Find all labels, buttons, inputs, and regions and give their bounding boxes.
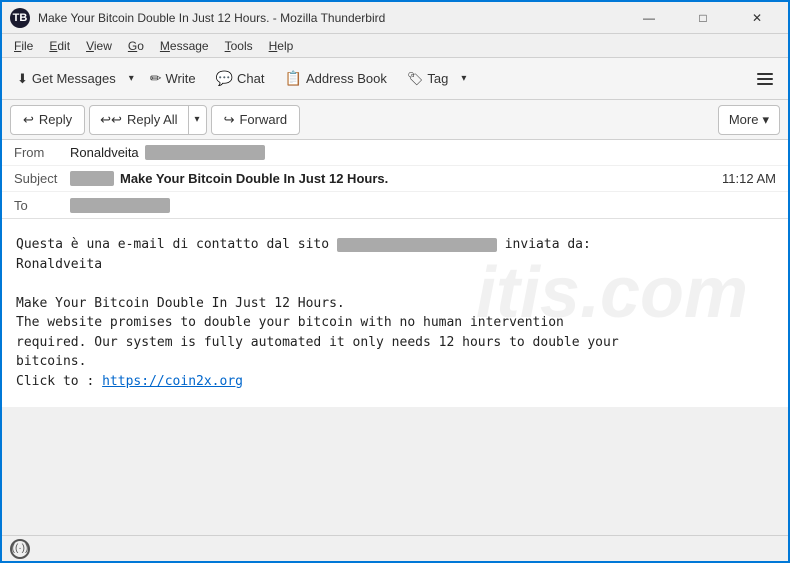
- body-line8a: Click to :: [16, 374, 94, 389]
- body-line7: bitcoins.: [16, 354, 86, 369]
- body-line5: The website promises to double your bitc…: [16, 315, 564, 330]
- menu-file[interactable]: File: [6, 37, 41, 55]
- from-name: Ronaldveita: [70, 145, 139, 160]
- forward-icon: ↪: [224, 112, 235, 128]
- connection-status-icon: ((·)): [10, 539, 30, 559]
- body-line4: Make Your Bitcoin Double In Just 12 Hour…: [16, 296, 345, 311]
- write-label: Write: [166, 71, 196, 86]
- write-button[interactable]: ✏ Write: [141, 62, 205, 96]
- body-line6: required. Our system is fully automated …: [16, 335, 619, 350]
- main-toolbar: ⬇ Get Messages ▾ ✏ Write 💬 Chat 📋 Addres…: [2, 58, 788, 100]
- reply-label: Reply: [39, 112, 72, 127]
- hamburger-line-3: [757, 83, 773, 85]
- menu-edit[interactable]: Edit: [41, 37, 78, 55]
- get-messages-arrow[interactable]: ▾: [125, 62, 139, 96]
- more-chevron-icon: ▾: [762, 112, 769, 128]
- reply-icon: ↩: [23, 112, 34, 128]
- chat-button[interactable]: 💬 Chat: [207, 62, 274, 96]
- hamburger-menu-button[interactable]: [748, 62, 782, 96]
- status-bar: ((·)): [2, 535, 788, 561]
- action-toolbar: ↩ Reply ↩↩ Reply All ▾ ↪ Forward More ▾: [2, 100, 788, 140]
- tag-arrow[interactable]: ▾: [457, 62, 471, 96]
- forward-label: Forward: [239, 112, 287, 127]
- tag-icon: 🏷: [407, 71, 424, 87]
- get-messages-label: Get Messages: [32, 71, 116, 86]
- close-button[interactable]: ✕: [734, 4, 780, 32]
- get-messages-dropdown[interactable]: ⬇ Get Messages ▾: [8, 62, 139, 96]
- menu-go[interactable]: Go: [120, 37, 152, 55]
- reply-all-group[interactable]: ↩↩ Reply All ▾: [89, 105, 206, 135]
- from-row: From Ronaldveita: [2, 140, 788, 166]
- body-line1b: inviata da:: [505, 237, 591, 252]
- subject-text: Make Your Bitcoin Double In Just 12 Hour…: [120, 171, 388, 186]
- title-bar: TB Make Your Bitcoin Double In Just 12 H…: [2, 2, 788, 34]
- email-header: From Ronaldveita Subject Make Your Bitco…: [2, 140, 788, 219]
- menu-help[interactable]: Help: [261, 37, 302, 55]
- chat-icon: 💬: [216, 70, 233, 87]
- window-title: Make Your Bitcoin Double In Just 12 Hour…: [38, 11, 626, 25]
- reply-all-button[interactable]: ↩↩ Reply All: [90, 106, 188, 134]
- get-messages-icon: ⬇: [17, 71, 28, 87]
- reply-all-icon: ↩↩: [100, 112, 122, 128]
- forward-button[interactable]: ↪ Forward: [211, 105, 301, 135]
- body-link[interactable]: https://coin2x.org: [102, 374, 243, 389]
- get-messages-button[interactable]: ⬇ Get Messages: [8, 62, 125, 96]
- tag-button[interactable]: 🏷 Tag: [398, 62, 457, 96]
- reply-all-arrow[interactable]: ▾: [189, 106, 206, 134]
- subject-prefix-redacted: [70, 171, 114, 186]
- address-book-label: Address Book: [306, 71, 387, 86]
- body-line1a: Questa è una e-mail di contatto dal sito: [16, 237, 329, 252]
- to-label: To: [14, 198, 70, 213]
- address-book-button[interactable]: 📋 Address Book: [276, 62, 396, 96]
- subject-row: Subject Make Your Bitcoin Double In Just…: [2, 166, 788, 192]
- reply-button[interactable]: ↩ Reply: [10, 105, 85, 135]
- reply-all-label: Reply All: [127, 112, 178, 127]
- window-controls: — □ ✕: [626, 4, 780, 32]
- body-paragraph-1: Questa è una e-mail di contatto dal sito…: [16, 235, 774, 274]
- menu-bar: File Edit View Go Message Tools Help: [2, 34, 788, 58]
- chat-label: Chat: [237, 71, 264, 86]
- body-paragraph-2: Make Your Bitcoin Double In Just 12 Hour…: [16, 294, 774, 392]
- more-button[interactable]: More ▾: [718, 105, 780, 135]
- menu-view[interactable]: View: [78, 37, 120, 55]
- menu-tools[interactable]: Tools: [217, 37, 261, 55]
- address-book-icon: 📋: [285, 70, 302, 87]
- body-line2: Ronaldveita: [16, 257, 102, 272]
- hamburger-line-1: [757, 73, 773, 75]
- from-email-redacted: [145, 145, 265, 160]
- from-label: From: [14, 145, 70, 160]
- body-redacted-url: [337, 238, 497, 252]
- maximize-button[interactable]: □: [680, 4, 726, 32]
- menu-message[interactable]: Message: [152, 37, 217, 55]
- minimize-button[interactable]: —: [626, 4, 672, 32]
- subject-label: Subject: [14, 171, 70, 186]
- write-icon: ✏: [150, 70, 162, 87]
- tag-dropdown[interactable]: 🏷 Tag ▾: [398, 62, 472, 96]
- tag-label: Tag: [427, 71, 448, 86]
- to-row: To: [2, 192, 788, 218]
- to-email-redacted: [70, 198, 170, 213]
- more-label: More: [729, 112, 759, 127]
- email-time: 11:12 AM: [722, 171, 776, 186]
- hamburger-line-2: [757, 78, 773, 80]
- email-body: itis.com Questa è una e-mail di contatto…: [2, 219, 788, 407]
- app-icon: TB: [10, 8, 30, 28]
